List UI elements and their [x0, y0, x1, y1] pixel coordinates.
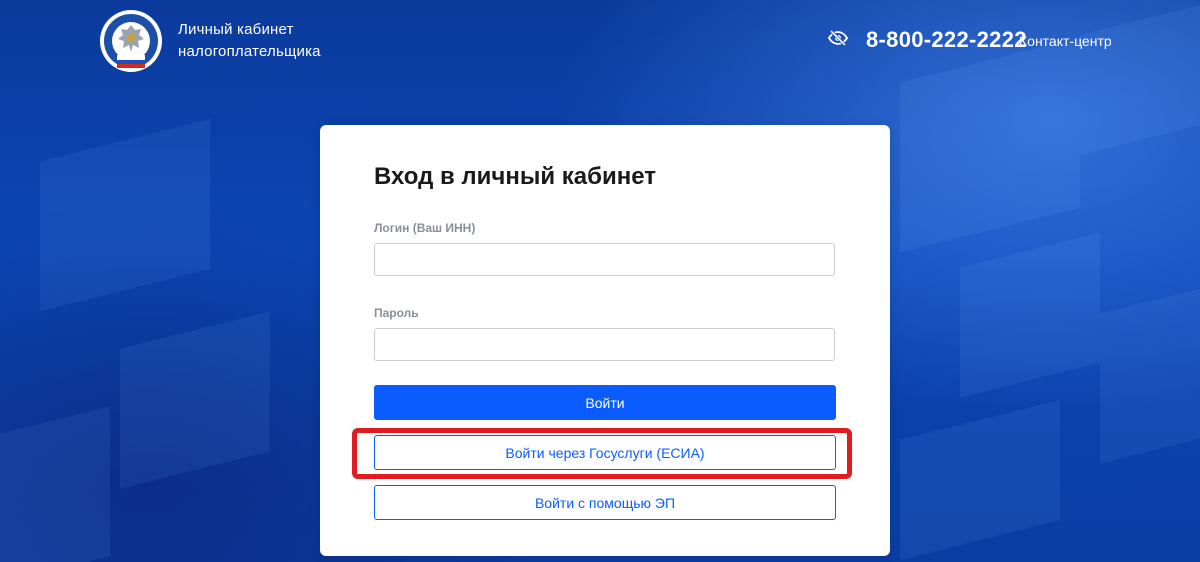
password-label: Пароль	[374, 306, 419, 320]
fns-emblem-icon[interactable]	[99, 8, 163, 74]
ep-login-button[interactable]: Войти с помощью ЭП	[374, 485, 836, 520]
login-input[interactable]	[374, 243, 835, 276]
eye-slash-icon[interactable]	[827, 29, 849, 47]
brand-line2: налогоплательщика	[178, 43, 321, 60]
brand-line1: Личный кабинет	[178, 21, 294, 38]
contact-center-link[interactable]: Контакт-центр	[1019, 33, 1112, 49]
password-input[interactable]	[374, 328, 835, 361]
login-card: Вход в личный кабинет Логин (Ваш ИНН) Па…	[320, 125, 890, 556]
gosuslugi-button-label: Войти через Госуслуги (ЕСИА)	[505, 444, 705, 461]
login-button-label: Войти	[585, 394, 625, 411]
page-title: Вход в личный кабинет	[374, 163, 656, 190]
ep-button-label: Войти с помощью ЭП	[534, 494, 676, 511]
gosuslugi-login-button[interactable]: Войти через Госуслуги (ЕСИА)	[374, 435, 836, 470]
hotline-phone[interactable]: 8-800-222-2222	[866, 27, 1027, 53]
brand-title[interactable]: Личный кабинет налогоплательщика	[178, 19, 321, 63]
login-button[interactable]: Войти	[374, 385, 836, 420]
login-label: Логин (Ваш ИНН)	[374, 221, 476, 235]
